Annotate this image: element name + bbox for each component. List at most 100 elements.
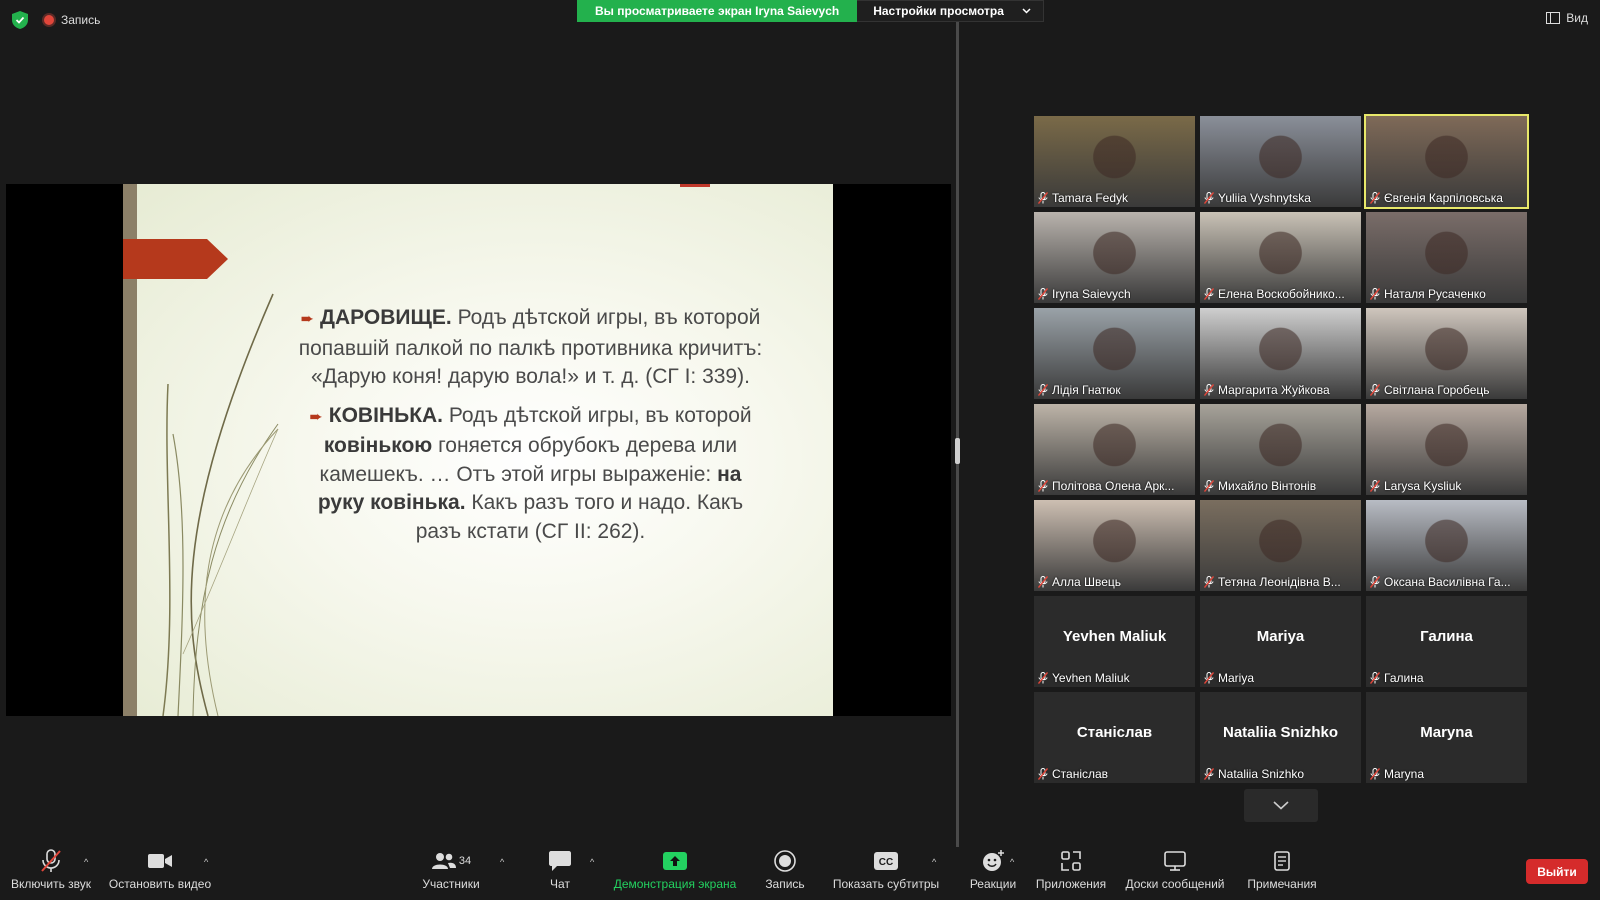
meeting-toolbar: Включить звук ^ Остановить видео ^ 34 Уч…	[0, 847, 1600, 900]
participant-tile[interactable]: Yevhen Maliuk Yevhen Maliuk	[1034, 596, 1195, 687]
participant-tile[interactable]: Наталя Русаченко	[1366, 212, 1527, 303]
recording-indicator[interactable]: Запись	[44, 13, 100, 27]
reactions-caret-icon[interactable]: ^	[1010, 857, 1014, 867]
apps-icon	[1061, 851, 1081, 871]
reactions-button[interactable]: Реакции	[966, 847, 1020, 900]
participant-name: Yuliia Vyshnytska	[1218, 191, 1311, 205]
participant-tile[interactable]: Алла Швець	[1034, 500, 1195, 591]
stop-video-button[interactable]: Остановить видео	[108, 847, 212, 900]
view-settings-button[interactable]: Настройки просмотра	[857, 0, 1044, 22]
microphone-muted-icon	[1370, 288, 1380, 300]
recording-dot-icon	[44, 15, 54, 25]
microphone-muted-icon	[41, 849, 61, 872]
captions-caret-icon[interactable]: ^	[932, 857, 936, 867]
microphone-muted-icon	[1204, 672, 1214, 684]
participant-name-label: Nataliia Snizhko	[1204, 767, 1304, 781]
participant-name: Nataliia Snizhko	[1218, 767, 1305, 781]
participant-name-label: Тетяна Леонідівна В...	[1204, 575, 1341, 589]
chat-label: Чат	[550, 877, 570, 891]
show-captions-button[interactable]: CC Показать субтитры	[832, 847, 940, 900]
participant-tile[interactable]: Mariya Mariya	[1200, 596, 1361, 687]
gallery-next-page-button[interactable]	[1244, 789, 1318, 822]
whiteboards-button[interactable]: Доски сообщений	[1124, 847, 1226, 900]
microphone-muted-icon	[1204, 192, 1214, 204]
resize-handle[interactable]	[955, 438, 960, 464]
participant-tile[interactable]: Тетяна Леонідівна В...	[1200, 500, 1361, 591]
entry-text-kovinka: Родъ дѣтской игры, въ которой	[443, 403, 752, 427]
microphone-muted-icon	[1204, 384, 1214, 396]
participant-tile[interactable]: Елена Воскобойнико...	[1200, 212, 1361, 303]
participant-tile[interactable]: Maryna Maryna	[1366, 692, 1527, 783]
participant-tile[interactable]: Yuliia Vyshnytska	[1200, 116, 1361, 207]
participant-tile[interactable]: Маргарита Жуйкова	[1200, 308, 1361, 399]
chat-button[interactable]: Чат	[545, 847, 575, 900]
participant-name-label: Mariya	[1204, 671, 1254, 685]
participant-name-label: Наталя Русаченко	[1370, 287, 1486, 301]
slide-paragraph-1: ➨ ДАРОВИЩЕ. Родъ дѣтской игры, въ которой…	[298, 304, 763, 392]
participant-name: Тетяна Леонідівна В...	[1218, 575, 1341, 589]
slide-red-arrow	[123, 239, 228, 279]
audio-options-caret-icon[interactable]: ^	[84, 857, 88, 867]
microphone-muted-icon	[1038, 672, 1048, 684]
participant-tile[interactable]: Михайло Вінтонів	[1200, 404, 1361, 495]
participant-tile[interactable]: Галина Галина	[1366, 596, 1527, 687]
participant-name-label: Станіслав	[1038, 767, 1108, 781]
view-settings-label: Настройки просмотра	[873, 4, 1004, 18]
participants-label: Участники	[422, 877, 480, 891]
participant-name-label: Галина	[1370, 671, 1424, 685]
leave-meeting-button[interactable]: Выйти	[1526, 859, 1588, 884]
microphone-muted-icon	[1204, 768, 1214, 780]
participant-name: Yevhen Maliuk	[1052, 671, 1130, 685]
participant-tile[interactable]: Tamara Fedyk	[1034, 116, 1195, 207]
participant-name: Політова Олена Арк...	[1052, 479, 1175, 493]
participant-tile[interactable]: Євгенія Карпіловська	[1364, 114, 1529, 209]
security-shield-icon[interactable]	[12, 11, 28, 29]
slide-text: ➨ ДАРОВИЩЕ. Родъ дѣтской игры, въ которой…	[298, 304, 763, 556]
microphone-muted-icon	[1038, 192, 1048, 204]
shared-screen[interactable]: ➨ ДАРОВИЩЕ. Родъ дѣтской игры, въ которой…	[6, 184, 951, 716]
participant-name-label: Маргарита Жуйкова	[1204, 383, 1330, 397]
unmute-label: Включить звук	[10, 877, 92, 891]
chat-caret-icon[interactable]: ^	[590, 857, 594, 867]
participant-name: Наталя Русаченко	[1384, 287, 1486, 301]
record-label: Запись	[765, 877, 805, 891]
notes-label: Примечания	[1247, 877, 1317, 891]
participants-caret-icon[interactable]: ^	[500, 857, 504, 867]
participant-name-label: Лідія Гнатюк	[1038, 383, 1121, 397]
record-button[interactable]: Запись	[762, 847, 808, 900]
participant-name: Maryna	[1384, 767, 1425, 781]
participant-name-label: Елена Воскобойнико...	[1204, 287, 1345, 301]
participant-name-label: Tamara Fedyk	[1038, 191, 1128, 205]
microphone-muted-icon	[1370, 480, 1380, 492]
participant-tile[interactable]: Станіслав Станіслав	[1034, 692, 1195, 783]
participants-button[interactable]: 34 Участники	[420, 847, 482, 900]
microphone-muted-icon	[1038, 768, 1048, 780]
participant-name: Iryna Saievych	[1052, 287, 1131, 301]
apps-button[interactable]: Приложения	[1036, 847, 1106, 900]
microphone-muted-icon	[1370, 192, 1380, 204]
participant-tile[interactable]: Iryna Saievych	[1034, 212, 1195, 303]
participant-display-name: Станіслав	[1076, 724, 1153, 741]
video-options-caret-icon[interactable]: ^	[204, 857, 208, 867]
chat-bubble-icon	[549, 851, 571, 871]
entry-head-kovinka: КОВІНЬКА.	[328, 403, 444, 427]
participant-tile[interactable]: Larysa Kysliuk	[1366, 404, 1527, 495]
microphone-muted-icon	[1370, 768, 1380, 780]
participant-tile[interactable]: Оксана Василівна Га...	[1366, 500, 1527, 591]
participant-name-label: Yuliia Vyshnytska	[1204, 191, 1311, 205]
entry-head-darovyshche: ДАРОВИЩЕ.	[320, 306, 452, 329]
microphone-muted-icon	[1370, 576, 1380, 588]
notes-button[interactable]: Примечания	[1244, 847, 1320, 900]
unmute-button[interactable]: Включить звук	[10, 847, 92, 900]
participant-name: Станіслав	[1052, 767, 1109, 781]
participant-tile[interactable]: Світлана Горобець	[1366, 308, 1527, 399]
participant-tile[interactable]: Лідія Гнатюк	[1034, 308, 1195, 399]
participant-name-label: Світлана Горобець	[1370, 383, 1490, 397]
whiteboard-icon	[1164, 851, 1186, 871]
participant-tile[interactable]: Nataliia Snizhko Nataliia Snizhko	[1200, 692, 1361, 783]
participant-name: Лідія Гнатюк	[1052, 383, 1121, 397]
participant-name-label: Євгенія Карпіловська	[1370, 191, 1503, 205]
share-screen-button[interactable]: Демонстрация экрана	[612, 847, 738, 900]
participant-tile[interactable]: Політова Олена Арк...	[1034, 404, 1195, 495]
view-button[interactable]: Вид	[1546, 11, 1588, 25]
